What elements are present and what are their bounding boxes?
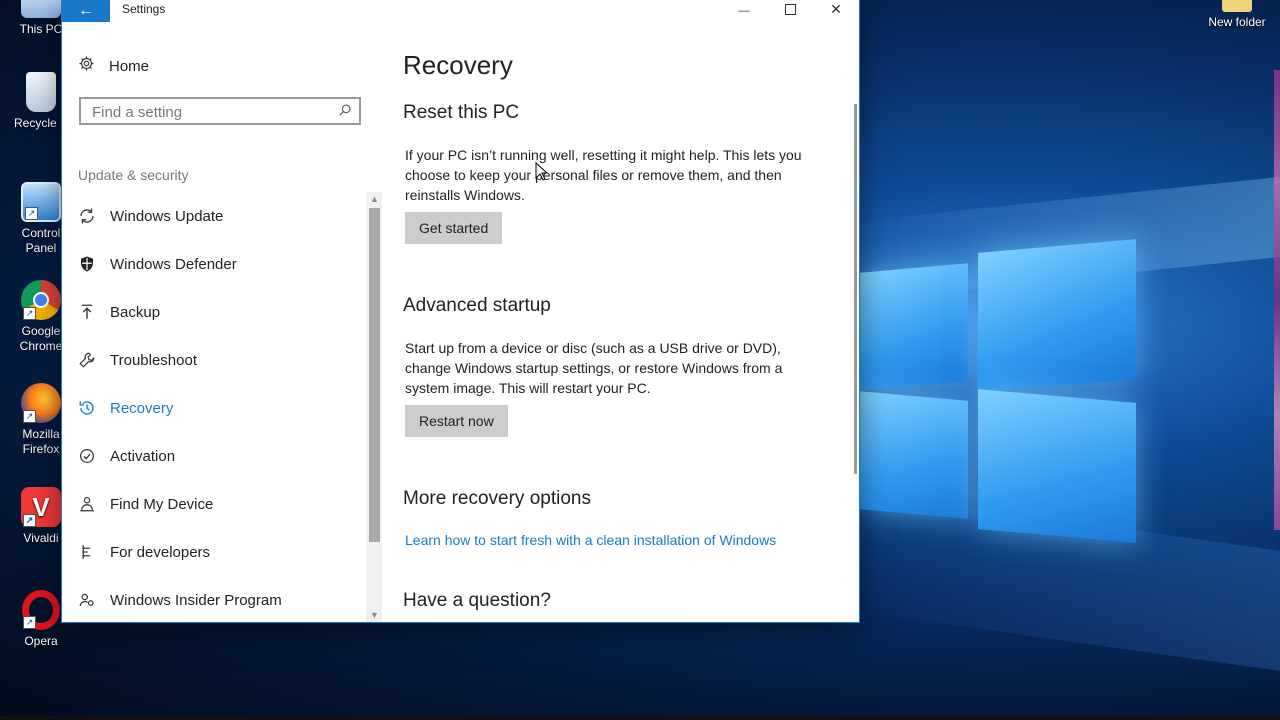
back-arrow-icon: ← bbox=[78, 2, 94, 19]
shortcut-arrow-icon: ↗ bbox=[23, 307, 36, 320]
backup-arrow-icon bbox=[78, 303, 96, 321]
gear-icon bbox=[78, 55, 95, 77]
windows-logo-wallpaper bbox=[860, 239, 1140, 543]
sidebar-item-label: For developers bbox=[110, 543, 211, 561]
sidebar-item-label: Windows Update bbox=[110, 207, 224, 225]
advanced-startup-description: Start up from a device or disc (such as … bbox=[405, 340, 783, 396]
firefox-icon: ↗ bbox=[21, 383, 61, 423]
sidebar-item-windows-insider-program[interactable]: Windows Insider Program bbox=[62, 576, 367, 622]
maximize-icon bbox=[784, 4, 796, 15]
insider-icon bbox=[78, 591, 96, 609]
advanced-startup-heading: Advanced startup bbox=[403, 295, 551, 316]
get-started-button[interactable]: Get started bbox=[405, 212, 503, 244]
folder-icon bbox=[1222, 0, 1252, 12]
shortcut-arrow-icon: ↗ bbox=[23, 616, 36, 629]
control-panel-icon: ↗ bbox=[21, 182, 61, 222]
search-box[interactable] bbox=[79, 97, 361, 125]
history-icon bbox=[78, 399, 96, 417]
restart-now-button[interactable]: Restart now bbox=[405, 405, 508, 437]
content-scrollbar[interactable] bbox=[854, 104, 857, 474]
reset-description: If your PC isn’t running well, resetting… bbox=[405, 147, 802, 203]
mouse-cursor-icon bbox=[535, 162, 549, 181]
close-icon: ✕ bbox=[830, 1, 842, 17]
sidebar-item-troubleshoot[interactable]: Troubleshoot bbox=[62, 336, 367, 384]
sidebar-item-label: Windows Defender bbox=[110, 255, 237, 273]
sidebar-item-label: Activation bbox=[110, 447, 176, 465]
sidebar-item-backup[interactable]: Backup bbox=[62, 288, 367, 336]
shortcut-arrow-icon: ↗ bbox=[23, 514, 36, 527]
window-title: Settings bbox=[122, 2, 166, 16]
shield-icon bbox=[78, 255, 96, 273]
opera-icon: ↗ bbox=[22, 590, 60, 630]
scroll-up-icon[interactable]: ▲ bbox=[369, 194, 380, 204]
sidebar-item-label: Troubleshoot bbox=[110, 351, 197, 369]
search-icon bbox=[338, 103, 352, 122]
back-button[interactable]: ← bbox=[62, 0, 110, 22]
settings-window: ← Settings — ✕ Home Update & security bbox=[62, 0, 859, 622]
check-circle-icon bbox=[78, 447, 96, 465]
minimize-icon: — bbox=[738, 5, 750, 17]
maximize-button[interactable] bbox=[767, 0, 813, 22]
scrollbar-thumb[interactable] bbox=[369, 208, 380, 542]
sidebar-item-label: Backup bbox=[110, 303, 161, 321]
taskbar bbox=[0, 716, 1280, 720]
close-button[interactable]: ✕ bbox=[813, 0, 859, 22]
sidebar-home-label: Home bbox=[109, 57, 150, 75]
sync-icon bbox=[78, 207, 96, 225]
scroll-down-icon[interactable]: ▼ bbox=[369, 610, 380, 620]
sidebar-item-label: Find My Device bbox=[110, 495, 214, 513]
sidebar-item-windows-update[interactable]: Windows Update bbox=[62, 192, 367, 240]
shortcut-arrow-icon: ↗ bbox=[23, 410, 36, 423]
person-pin-icon bbox=[78, 495, 96, 513]
sidebar-item-windows-defender[interactable]: Windows Defender bbox=[62, 240, 367, 288]
desktop-edge-strip bbox=[1274, 70, 1280, 530]
clean-install-link[interactable]: Learn how to start fresh with a clean in… bbox=[405, 532, 776, 548]
search-input[interactable] bbox=[90, 99, 334, 125]
sidebar-item-label: Recovery bbox=[110, 399, 174, 417]
chrome-icon: ↗ bbox=[21, 280, 61, 320]
sidebar-item-for-developers[interactable]: For developers bbox=[62, 528, 367, 576]
wrench-icon bbox=[78, 351, 96, 369]
page-title: Recovery bbox=[403, 50, 513, 80]
title-bar: ← Settings — ✕ bbox=[62, 0, 859, 22]
minimize-button[interactable]: — bbox=[721, 0, 767, 22]
sidebar-home[interactable]: Home bbox=[78, 56, 149, 76]
shortcut-arrow-icon: ↗ bbox=[25, 207, 38, 220]
computer-icon bbox=[21, 0, 61, 18]
section-title: Update & security bbox=[78, 167, 189, 183]
reset-heading: Reset this PC bbox=[403, 102, 520, 123]
sidebar-item-recovery[interactable]: Recovery bbox=[62, 384, 367, 432]
developer-tools-icon bbox=[78, 543, 96, 561]
more-recovery-heading: More recovery options bbox=[403, 488, 591, 509]
desktop-icon-new-folder[interactable]: New folder bbox=[1202, 0, 1272, 29]
recycle-bin-icon bbox=[26, 72, 56, 112]
recovery-content: Recovery Reset this PC If your PC isn’t … bbox=[381, 22, 859, 622]
vivaldi-icon: V ↗ bbox=[21, 487, 61, 527]
sidebar: Home Update & security Windows Update Wi… bbox=[62, 22, 382, 622]
sidebar-item-find-my-device[interactable]: Find My Device bbox=[62, 480, 367, 528]
sidebar-nav: Windows Update Windows Defender Backup T… bbox=[62, 192, 367, 622]
sidebar-scrollbar[interactable]: ▲ ▼ bbox=[366, 192, 382, 622]
sidebar-item-label: Windows Insider Program bbox=[110, 591, 282, 609]
sidebar-item-activation[interactable]: Activation bbox=[62, 432, 367, 480]
question-heading: Have a question? bbox=[403, 590, 551, 611]
